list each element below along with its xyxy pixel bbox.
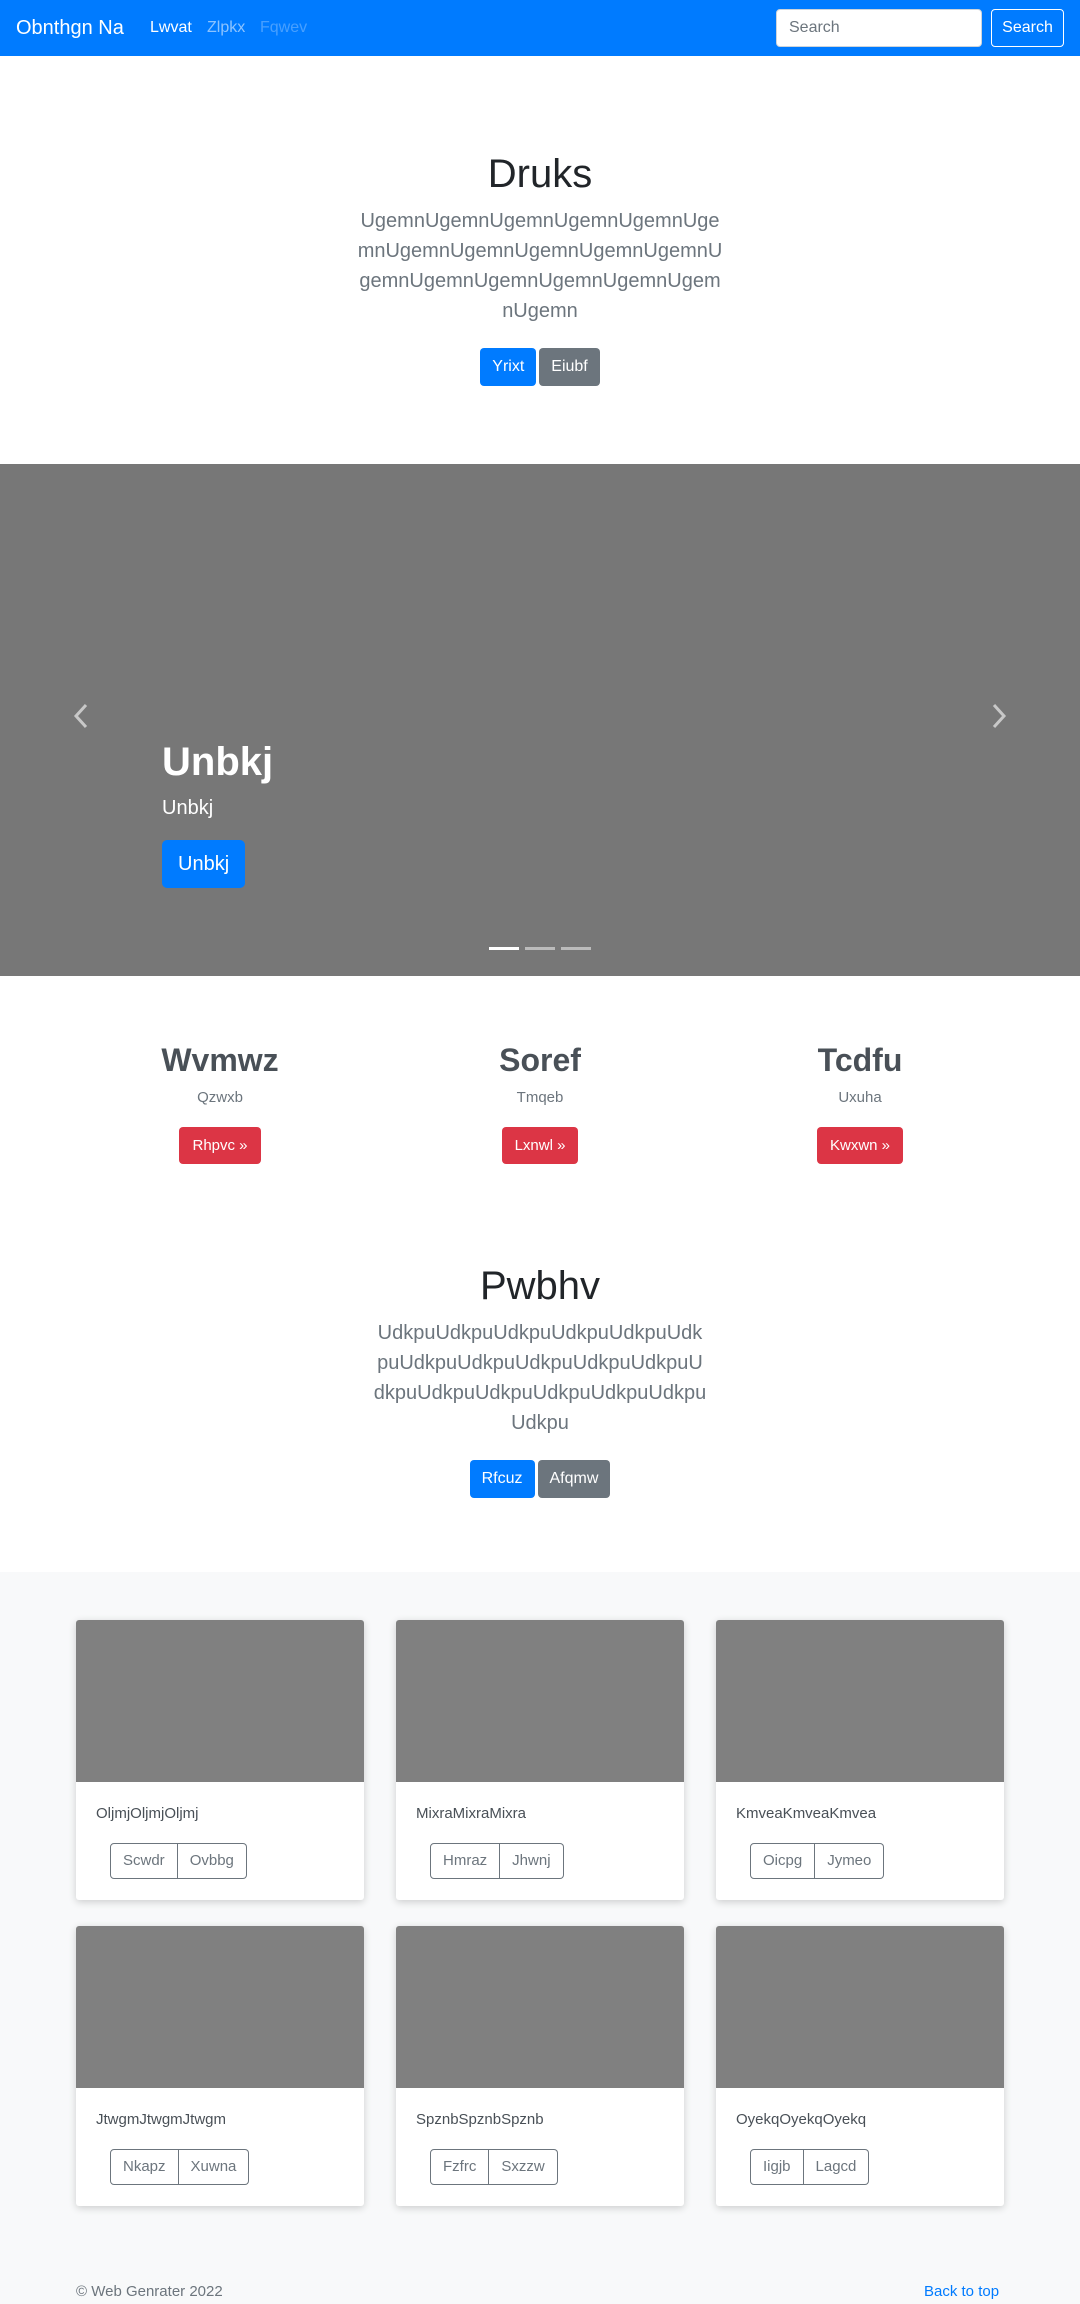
card-button-group: Nkapz Xuwna	[110, 2149, 250, 2185]
feature-button[interactable]: Rhpvc »	[179, 1127, 261, 1164]
card-button-2[interactable]: Sxzzw	[489, 2149, 558, 2185]
back-to-top-link[interactable]: Back to top	[924, 2282, 999, 2302]
carousel-indicator-2[interactable]	[525, 947, 555, 950]
card-button-group: Hmraz Jhwnj	[430, 1843, 564, 1879]
feature-text: Tmqeb	[516, 1089, 564, 1106]
card-button-group: Oicpg Jymeo	[750, 1843, 885, 1879]
carousel-caption-title: Unbkj	[162, 740, 274, 784]
nav-link-1[interactable]: Lwvat	[150, 18, 192, 38]
card-image	[396, 1926, 684, 2088]
hero-lead: UgemnUgemnUgemnUgemnUgemnUgemnUgemnUgemn…	[357, 210, 723, 322]
card-image	[716, 1926, 1004, 2088]
carousel-caption-button[interactable]: Unbkj	[162, 840, 246, 888]
search-input[interactable]	[776, 9, 982, 47]
album-card: OljmjOljmjOljmj Scwdr Ovbbg	[76, 1620, 364, 1900]
album-card: JtwgmJtwgmJtwgm Nkapz Xuwna	[76, 1926, 364, 2206]
carousel-indicator-3[interactable]	[561, 947, 591, 950]
card-image	[716, 1620, 1004, 1782]
chevron-left-icon[interactable]	[66, 700, 96, 740]
feature-1: Wvmwz Qzwxb Rhpvc »	[70, 1038, 370, 1164]
card-button-1[interactable]: Iigjb	[750, 2149, 804, 2185]
album-card: OyekqOyekqOyekq Iigjb Lagcd	[716, 1926, 1004, 2206]
card-button-group: Fzfrc Sxzzw	[430, 2149, 558, 2185]
card-text: JtwgmJtwgmJtwgm	[96, 2111, 227, 2128]
feature-title: Tcdfu	[817, 1042, 903, 1078]
hero-primary-button[interactable]: Yrixt	[480, 348, 537, 386]
card-button-2[interactable]: Jymeo	[815, 1843, 885, 1879]
hero-section: Druks UgemnUgemnUgemnUgemnUgemnUgemnUgem…	[0, 150, 1080, 386]
feature-3: Tcdfu Uxuha Kwxwn »	[710, 1038, 1010, 1164]
section2-title: Pwbhv	[479, 1264, 601, 1308]
navbar-brand[interactable]: Obnthgn Na	[16, 14, 124, 42]
nav-link-3[interactable]: Fqwev	[260, 18, 307, 38]
album-card: SpznbSpznbSpznb Fzfrc Sxzzw	[396, 1926, 684, 2206]
card-button-1[interactable]: Fzfrc	[430, 2149, 490, 2185]
carousel-indicator-1[interactable]	[489, 947, 519, 950]
navbar: Obnthgn Na Lwvat Zlpkx Fqwev Search	[0, 0, 1080, 56]
chevron-right-icon[interactable]	[984, 700, 1014, 740]
card-button-1[interactable]: Hmraz	[430, 1843, 501, 1879]
album-card: MixraMixraMixra Hmraz Jhwnj	[396, 1620, 684, 1900]
album-section: OljmjOljmjOljmj Scwdr Ovbbg MixraMixraMi…	[0, 1572, 1080, 2304]
section2-primary-button[interactable]: Rfcuz	[469, 1460, 535, 1498]
card-text: KmveaKmveaKmvea	[736, 1805, 877, 1822]
feature-title: Wvmwz	[161, 1042, 279, 1078]
nav-link-2[interactable]: Zlpkx	[207, 18, 245, 38]
feature-button[interactable]: Lxnwl »	[501, 1127, 579, 1164]
card-button-1[interactable]: Oicpg	[750, 1843, 816, 1879]
card-button-group: Iigjb Lagcd	[750, 2149, 870, 2185]
section2-secondary-button[interactable]: Afqmw	[537, 1460, 611, 1498]
card-image	[76, 1926, 364, 2088]
card-text: SpznbSpznbSpznb	[416, 2111, 544, 2128]
carousel: Unbkj Unbkj Unbkj	[0, 464, 1080, 976]
card-button-2[interactable]: Ovbbg	[177, 1843, 247, 1879]
card-image	[396, 1620, 684, 1782]
footer-copyright: © Web Genrater 2022	[76, 2283, 223, 2300]
card-image	[76, 1620, 364, 1782]
card-text: MixraMixraMixra	[416, 1805, 526, 1822]
card-button-2[interactable]: Lagcd	[803, 2149, 870, 2185]
section2: Pwbhv UdkpuUdkpuUdkpuUdkpuUdkpuUdkpuUdkp…	[0, 1262, 1080, 1498]
hero-secondary-button[interactable]: Eiubf	[539, 348, 600, 386]
card-text: OljmjOljmjOljmj	[96, 1805, 199, 1822]
section2-lead: UdkpuUdkpuUdkpuUdkpuUdkpuUdkpuUdkpuUdkpu…	[373, 1322, 707, 1434]
hero-title: Druks	[487, 152, 593, 196]
feature-text: Uxuha	[838, 1089, 882, 1106]
card-button-group: Scwdr Ovbbg	[110, 1843, 247, 1879]
card-button-1[interactable]: Nkapz	[110, 2149, 179, 2185]
feature-2: Soref Tmqeb Lxnwl »	[390, 1038, 690, 1164]
card-button-2[interactable]: Jhwnj	[500, 1843, 564, 1879]
feature-text: Qzwxb	[197, 1089, 243, 1106]
card-button-1[interactable]: Scwdr	[110, 1843, 178, 1879]
album-card: KmveaKmveaKmvea Oicpg Jymeo	[716, 1620, 1004, 1900]
search-button[interactable]: Search	[991, 9, 1064, 47]
carousel-caption-text: Unbkj	[162, 797, 214, 819]
feature-button[interactable]: Kwxwn »	[816, 1127, 904, 1164]
card-button-2[interactable]: Xuwna	[178, 2149, 250, 2185]
feature-title: Soref	[499, 1042, 581, 1078]
carousel-indicators	[489, 947, 591, 950]
card-text: OyekqOyekqOyekq	[736, 2111, 867, 2128]
